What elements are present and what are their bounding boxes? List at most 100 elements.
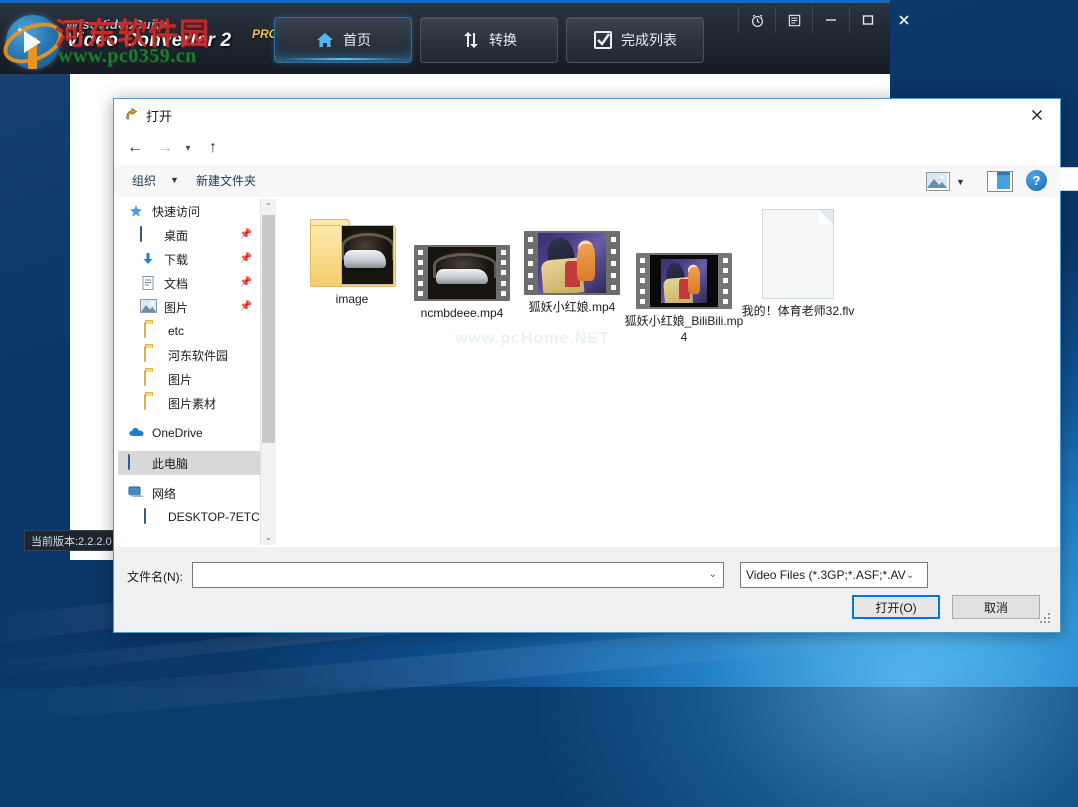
recent-locations-icon[interactable]: ▾ — [178, 135, 198, 161]
close-button[interactable] — [886, 7, 922, 33]
file-thumbnail — [738, 199, 858, 299]
sidebar-label: 河东软件园 — [168, 348, 229, 363]
sidebar-item-this-pc[interactable]: 此电脑 — [118, 451, 260, 475]
sidebar-item-quick-access[interactable]: 快速访问 — [118, 199, 260, 223]
sidebar-label: 图片 — [168, 372, 193, 387]
version-label: 当前版本:2.2.2.0 — [24, 530, 119, 551]
forward-arrow-icon[interactable]: → — [152, 135, 178, 161]
dialog-content: 快速访问 桌面 📌 下载 📌 文档 📌 图片 📌 etc 河东软件园 图片 图片… — [114, 197, 1060, 547]
window-controls — [0, 3, 909, 37]
pictures-icon — [140, 299, 158, 315]
folder-icon — [144, 370, 162, 387]
folder-icon — [144, 346, 162, 363]
sidebar-label: 图片 — [164, 300, 189, 315]
sidebar-label: OneDrive — [152, 426, 203, 440]
list-item[interactable]: 狐妖小红娘.mp4 — [512, 213, 632, 315]
chevron-down-icon[interactable]: ⌄ — [709, 569, 717, 580]
scroll-down-arrow-icon[interactable]: ⌄ — [261, 530, 276, 545]
folder-icon — [144, 394, 162, 411]
download-arrow-icon — [140, 251, 158, 267]
sidebar-item-desktop[interactable]: 桌面 📌 — [118, 223, 260, 247]
organize-button[interactable]: 组织 — [132, 172, 156, 189]
video-thumbnail — [402, 219, 522, 301]
sidebar-item-documents[interactable]: 文档 📌 — [118, 271, 260, 295]
sidebar-item-picture-materials[interactable]: 图片素材 — [118, 391, 260, 415]
back-arrow-icon[interactable]: ← — [122, 135, 148, 161]
cancel-button[interactable]: 取消 — [952, 595, 1040, 619]
list-item-label: 狐妖小红娘.mp4 — [528, 300, 616, 314]
open-file-dialog: 打开 ← → ▾ ↑ › 此电脑 › 桌面 › 视频 › ⌄ ↻ 组织 — [113, 98, 1078, 633]
sidebar-item-pictures-folder[interactable]: 图片 — [118, 367, 260, 391]
sidebar-label: 网络 — [152, 486, 177, 501]
list-item-label: ncmbdeee.mp4 — [420, 306, 504, 320]
up-arrow-icon[interactable]: ↑ — [200, 135, 226, 161]
filename-label: 文件名(N): — [127, 570, 183, 584]
sidebar-label: DESKTOP-7ETC — [168, 510, 260, 524]
star-pin-icon — [128, 203, 146, 219]
document-icon — [140, 275, 158, 291]
file-type-filter-value: Video Files (*.3GP;*.ASF;*.AVI — [746, 568, 906, 582]
filename-input[interactable] — [193, 563, 705, 589]
video-thumbnail — [624, 227, 744, 309]
note-list-icon[interactable] — [775, 7, 812, 33]
dialog-footer — [114, 547, 1060, 632]
watermark-url: www.pc0359.cn — [58, 45, 197, 67]
sidebar-item-etc[interactable]: etc — [118, 319, 260, 343]
sidebar-scrollbar[interactable]: ⌃ ⌄ — [260, 199, 276, 545]
chevron-down-icon[interactable]: ⌄ — [906, 570, 914, 581]
open-button[interactable]: 打开(O) — [852, 595, 940, 619]
folder-thumbnail — [292, 205, 412, 287]
video-thumbnail — [512, 213, 632, 295]
list-item[interactable]: 狐妖小红娘_BiliBili.mp4 — [624, 227, 744, 345]
chevron-down-icon[interactable]: ▼ — [170, 175, 179, 185]
sidebar-label: 快速访问 — [152, 204, 201, 219]
view-options-icon[interactable] — [926, 172, 950, 191]
dialog-title: 打开 — [146, 109, 173, 124]
app-titlebar: ✦ WiseVideoSuite Video Converter 2 PRO 河… — [0, 0, 909, 74]
sidebar-item-downloads[interactable]: 下载 📌 — [118, 247, 260, 271]
dialog-command-bar: 组织 ▼ 新建文件夹 ▼ ? — [114, 165, 1060, 198]
onedrive-cloud-icon — [128, 425, 146, 441]
minimize-button[interactable] — [812, 7, 849, 33]
navigation-pane: 快速访问 桌面 📌 下载 📌 文档 📌 图片 📌 etc 河东软件园 图片 图片… — [118, 199, 260, 545]
scroll-up-arrow-icon[interactable]: ⌃ — [261, 199, 276, 214]
maximize-button[interactable] — [849, 7, 886, 33]
file-list-view: image ncmbdeee.mp4 狐妖小红娘.mp4 狐妖小红娘_BiliB… — [276, 199, 1052, 545]
list-item[interactable]: image — [292, 205, 412, 307]
sidebar-item-pictures[interactable]: 图片 📌 — [118, 295, 260, 319]
file-type-filter-combobox[interactable]: Video Files (*.3GP;*.ASF;*.AVI ⌄ — [740, 562, 928, 588]
desktop-monitor-icon — [140, 226, 158, 243]
pin-icon: 📌 — [239, 277, 252, 288]
open-folder-icon — [124, 107, 140, 123]
dialog-titlebar: 打开 — [114, 99, 1060, 131]
network-icon — [128, 485, 146, 501]
sidebar-item-hedong[interactable]: 河东软件园 — [118, 343, 260, 367]
list-item-label: 我的！体育老师32.flv — [741, 304, 855, 318]
computer-icon — [144, 508, 162, 525]
chevron-down-icon[interactable]: ▼ — [956, 177, 965, 187]
sidebar-label: etc — [168, 324, 185, 338]
folder-icon — [144, 322, 162, 339]
sidebar-item-onedrive[interactable]: OneDrive — [118, 421, 260, 445]
new-folder-button[interactable]: 新建文件夹 — [196, 172, 256, 189]
filename-combobox[interactable]: ⌄ — [192, 562, 724, 589]
list-item-label: 狐妖小红娘_BiliBili.mp4 — [624, 314, 744, 344]
sidebar-label: 文档 — [164, 276, 189, 291]
dialog-close-button[interactable] — [1014, 99, 1060, 131]
dialog-navigation-bar: ← → ▾ ↑ › 此电脑 › 桌面 › 视频 › ⌄ ↻ — [114, 131, 1078, 191]
sidebar-label: 此电脑 — [152, 456, 189, 471]
list-item[interactable]: ncmbdeee.mp4 — [402, 219, 522, 321]
help-button[interactable]: ? — [1026, 170, 1047, 191]
scrollbar-thumb[interactable] — [262, 215, 275, 443]
pin-icon: 📌 — [239, 301, 252, 312]
preview-pane-icon[interactable] — [987, 171, 1013, 192]
list-item-label: image — [335, 292, 369, 306]
sidebar-item-desktop-7etc[interactable]: DESKTOP-7ETC — [118, 505, 260, 529]
sidebar-label: 下载 — [164, 252, 189, 267]
list-item[interactable]: 我的！体育老师32.flv — [738, 199, 858, 319]
pin-icon: 📌 — [239, 253, 252, 264]
this-pc-icon — [128, 454, 146, 471]
resize-grip[interactable] — [1040, 613, 1052, 625]
sidebar-item-network[interactable]: 网络 — [118, 481, 260, 505]
alarm-icon[interactable] — [738, 7, 775, 33]
